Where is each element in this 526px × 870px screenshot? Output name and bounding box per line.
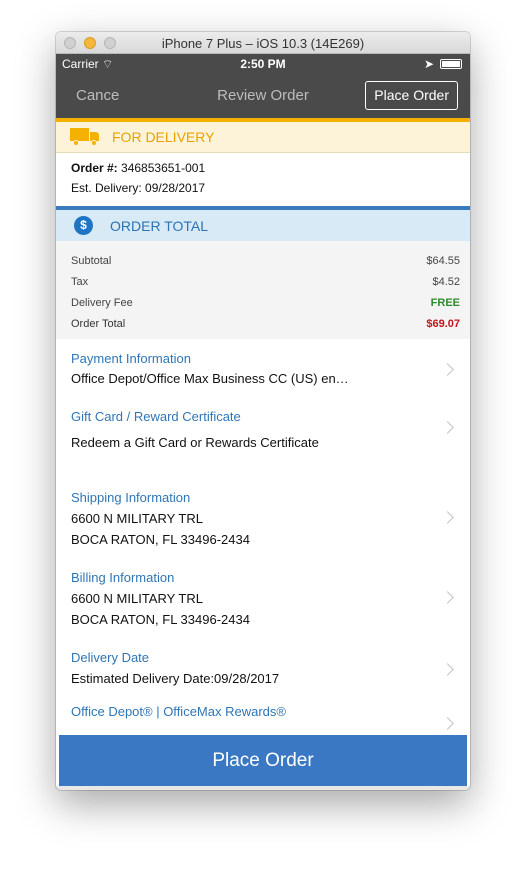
est-delivery: Est. Delivery: 09/28/2017 xyxy=(71,181,206,195)
chevron-right-icon xyxy=(441,717,454,730)
location-arrow-icon: ➤ xyxy=(423,57,434,71)
payment-information-row[interactable]: Payment Information Office Depot/Office … xyxy=(56,339,470,397)
order-total-value: $69.07 xyxy=(426,318,460,330)
delivery-date-row[interactable]: Delivery Date Estimated Delivery Date:09… xyxy=(56,635,470,697)
rewards-row[interactable]: Office Depot® | OfficeMax Rewards® xyxy=(56,697,470,730)
tax-value: $4.52 xyxy=(432,276,460,288)
delivery-truck-icon xyxy=(70,128,100,146)
delivery-fee-value: FREE xyxy=(430,297,460,309)
tax-row: Tax $4.52 xyxy=(71,272,460,293)
order-total-row: Order Total $69.07 xyxy=(71,314,460,335)
gift-card-description: Redeem a Gift Card or Rewards Certificat… xyxy=(71,435,319,450)
billing-information-row[interactable]: Billing Information 6600 N MILITARY TRL … xyxy=(56,555,470,635)
shipping-address-line1: 6600 N MILITARY TRL xyxy=(71,511,203,526)
gift-card-title: Gift Card / Reward Certificate xyxy=(71,409,241,424)
order-info: Order #: 346853651-001 Est. Delivery: 09… xyxy=(56,153,470,206)
checkout-sections: Payment Information Office Depot/Office … xyxy=(56,339,470,730)
navigation-bar: Cance Review Order Place Order xyxy=(56,74,470,118)
rewards-title: Office Depot® | OfficeMax Rewards® xyxy=(71,704,286,719)
window-titlebar: iPhone 7 Plus – iOS 10.3 (14E269) xyxy=(56,32,470,54)
delivery-date-title: Delivery Date xyxy=(71,650,150,665)
estimated-delivery-date: Estimated Delivery Date:09/28/2017 xyxy=(71,671,280,686)
payment-information-title: Payment Information xyxy=(71,351,191,366)
delivery-header-label: FOR DELIVERY xyxy=(112,129,215,145)
delivery-header: FOR DELIVERY xyxy=(56,122,470,153)
payment-method: Office Depot/Office Max Business CC (US)… xyxy=(71,371,349,386)
billing-information-title: Billing Information xyxy=(71,570,175,585)
place-order-button[interactable]: Place Order xyxy=(59,735,467,786)
ios-status-bar: Carrier ⌔ 2:50 PM ➤ xyxy=(56,54,470,74)
shipping-address-line2: BOCA RATON, FL 33496-2434 xyxy=(71,532,250,547)
totals-list: Subtotal $64.55 Tax $4.52 Delivery Fee F… xyxy=(56,241,470,339)
order-number: 346853651-001 xyxy=(121,161,206,175)
order-total-header-label: ORDER TOTAL xyxy=(110,217,209,234)
status-time: 2:50 PM xyxy=(240,57,286,71)
subtotal-row: Subtotal $64.55 xyxy=(71,251,460,272)
gift-card-row[interactable]: Gift Card / Reward Certificate Redeem a … xyxy=(56,397,470,475)
place-order-nav-button[interactable]: Place Order xyxy=(365,81,458,110)
window-title: iPhone 7 Plus – iOS 10.3 (14E269) xyxy=(161,36,365,51)
dollar-icon: $ xyxy=(74,216,93,235)
shipping-information-row[interactable]: Shipping Information 6600 N MILITARY TRL… xyxy=(56,475,470,555)
billing-address-line2: BOCA RATON, FL 33496-2434 xyxy=(71,612,250,627)
order-total-header: $ ORDER TOTAL xyxy=(56,210,470,241)
billing-address-line1: 6600 N MILITARY TRL xyxy=(71,591,203,606)
subtotal-value: $64.55 xyxy=(426,255,460,267)
order-number-line: Order #: 346853651-001 xyxy=(71,161,206,175)
shipping-information-title: Shipping Information xyxy=(71,490,191,505)
delivery-fee-row: Delivery Fee FREE xyxy=(71,293,460,314)
simulator-window: iPhone 7 Plus – iOS 10.3 (14E269) Carrie… xyxy=(56,32,470,790)
window-bottom-edge xyxy=(56,786,470,790)
battery-icon xyxy=(440,59,462,69)
